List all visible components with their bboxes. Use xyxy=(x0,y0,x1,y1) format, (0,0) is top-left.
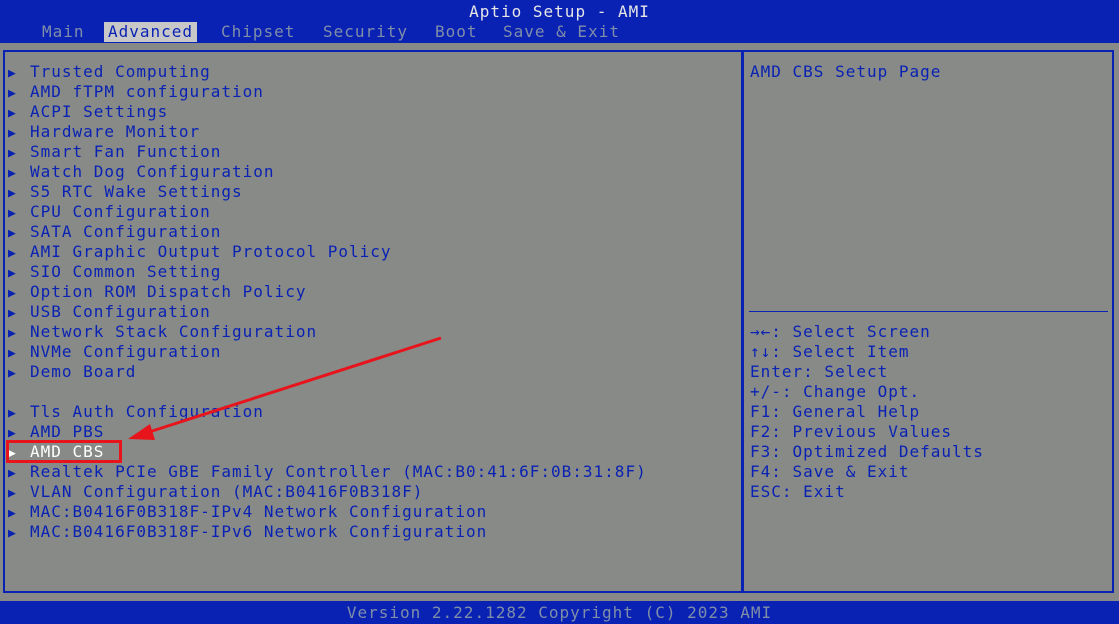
menu-item-ipv4-network[interactable]: ▶ MAC:B0416F0B318F-IPv4 Network Configura… xyxy=(8,502,487,522)
menu-item-hardware-monitor[interactable]: ▶ Hardware Monitor xyxy=(8,122,200,142)
version-text: Version 2.22.1282 Copyright (C) 2023 AMI xyxy=(346,603,773,622)
menu-item-sio-common[interactable]: ▶ SIO Common Setting xyxy=(8,262,221,282)
submenu-arrow-icon: ▶ xyxy=(8,466,17,481)
window-title: Aptio Setup - AMI xyxy=(469,2,650,21)
submenu-arrow-icon: ▶ xyxy=(8,506,17,521)
menu-item-sata-configuration[interactable]: ▶ SATA Configuration xyxy=(8,222,221,242)
menu-item-option-rom[interactable]: ▶ Option ROM Dispatch Policy xyxy=(8,282,306,302)
help-separator xyxy=(749,311,1108,312)
menu-item-usb-configuration[interactable]: ▶ USB Configuration xyxy=(8,302,211,322)
menu-item-trusted-computing[interactable]: ▶ Trusted Computing xyxy=(8,62,211,82)
menu-item-ipv6-network[interactable]: ▶ MAC:B0416F0B318F-IPv6 Network Configura… xyxy=(8,522,487,542)
key-help-select-screen: →←: Select Screen xyxy=(750,322,931,341)
menu-item-tls-auth[interactable]: ▶ Tls Auth Configuration xyxy=(8,402,264,422)
submenu-arrow-icon: ▶ xyxy=(8,166,17,181)
submenu-arrow-icon: ▶ xyxy=(8,326,17,341)
menu-item-amd-pbs[interactable]: ▶ AMD PBS xyxy=(8,422,104,442)
key-help-f1: F1: General Help xyxy=(750,402,921,421)
tab-security[interactable]: Security xyxy=(323,22,408,42)
menu-item-watch-dog[interactable]: ▶ Watch Dog Configuration xyxy=(8,162,275,182)
submenu-arrow-icon: ▶ xyxy=(8,246,17,261)
submenu-arrow-icon: ▶ xyxy=(8,126,17,141)
submenu-arrow-icon: ▶ xyxy=(8,146,17,161)
menu-item-nvme-configuration[interactable]: ▶ NVMe Configuration xyxy=(8,342,221,362)
annotation-highlight-box xyxy=(6,440,122,463)
key-help-select-item: ↑↓: Select Item xyxy=(750,342,910,361)
submenu-arrow-icon: ▶ xyxy=(8,526,17,541)
tab-boot[interactable]: Boot xyxy=(435,22,478,42)
tab-advanced[interactable]: Advanced xyxy=(104,22,198,42)
menu-item-network-stack[interactable]: ▶ Network Stack Configuration xyxy=(8,322,317,342)
submenu-arrow-icon: ▶ xyxy=(8,206,17,221)
submenu-arrow-icon: ▶ xyxy=(8,86,17,101)
key-help-f2: F2: Previous Values xyxy=(750,422,953,441)
menu-item-demo-board[interactable]: ▶ Demo Board xyxy=(8,362,136,382)
submenu-arrow-icon: ▶ xyxy=(8,66,17,81)
submenu-arrow-icon: ▶ xyxy=(8,306,17,321)
item-help-text: AMD CBS Setup Page xyxy=(750,62,942,81)
menu-item-realtek-pcie[interactable]: ▶ Realtek PCIe GBE Family Controller (MAC… xyxy=(8,462,647,482)
submenu-arrow-icon: ▶ xyxy=(8,346,17,361)
tab-main[interactable]: Main xyxy=(42,22,85,42)
menu-item-ami-gop-policy[interactable]: ▶ AMI Graphic Output Protocol Policy xyxy=(8,242,392,262)
submenu-arrow-icon: ▶ xyxy=(8,286,17,301)
key-help-enter: Enter: Select xyxy=(750,362,889,381)
tab-chipset[interactable]: Chipset xyxy=(221,22,295,42)
panel-divider xyxy=(741,50,744,593)
tab-save-exit[interactable]: Save & Exit xyxy=(503,22,620,42)
submenu-arrow-icon: ▶ xyxy=(8,186,17,201)
key-help-f3: F3: Optimized Defaults xyxy=(750,442,984,461)
menu-item-acpi-settings[interactable]: ▶ ACPI Settings xyxy=(8,102,168,122)
key-help-change-opt: +/-: Change Opt. xyxy=(750,382,921,401)
tab-bar: Main Advanced Chipset Security Boot Save… xyxy=(0,22,1119,42)
menu-item-s5-rtc-wake[interactable]: ▶ S5 RTC Wake Settings xyxy=(8,182,243,202)
bios-screen: Aptio Setup - AMI Main Advanced Chipset … xyxy=(0,0,1119,624)
bottom-bar: Version 2.22.1282 Copyright (C) 2023 AMI xyxy=(0,601,1119,624)
submenu-arrow-icon: ▶ xyxy=(8,406,17,421)
submenu-arrow-icon: ▶ xyxy=(8,266,17,281)
menu-item-vlan-configuration[interactable]: ▶ VLAN Configuration (MAC:B0416F0B318F) xyxy=(8,482,423,502)
key-help-f4: F4: Save & Exit xyxy=(750,462,910,481)
key-help-esc: ESC: Exit xyxy=(750,482,846,501)
top-bar: Aptio Setup - AMI Main Advanced Chipset … xyxy=(0,0,1119,43)
submenu-arrow-icon: ▶ xyxy=(8,366,17,381)
submenu-arrow-icon: ▶ xyxy=(8,106,17,121)
menu-item-smart-fan[interactable]: ▶ Smart Fan Function xyxy=(8,142,221,162)
menu-item-amd-ftpm[interactable]: ▶ AMD fTPM configuration xyxy=(8,82,264,102)
submenu-arrow-icon: ▶ xyxy=(8,226,17,241)
menu-item-cpu-configuration[interactable]: ▶ CPU Configuration xyxy=(8,202,211,222)
submenu-arrow-icon: ▶ xyxy=(8,486,17,501)
